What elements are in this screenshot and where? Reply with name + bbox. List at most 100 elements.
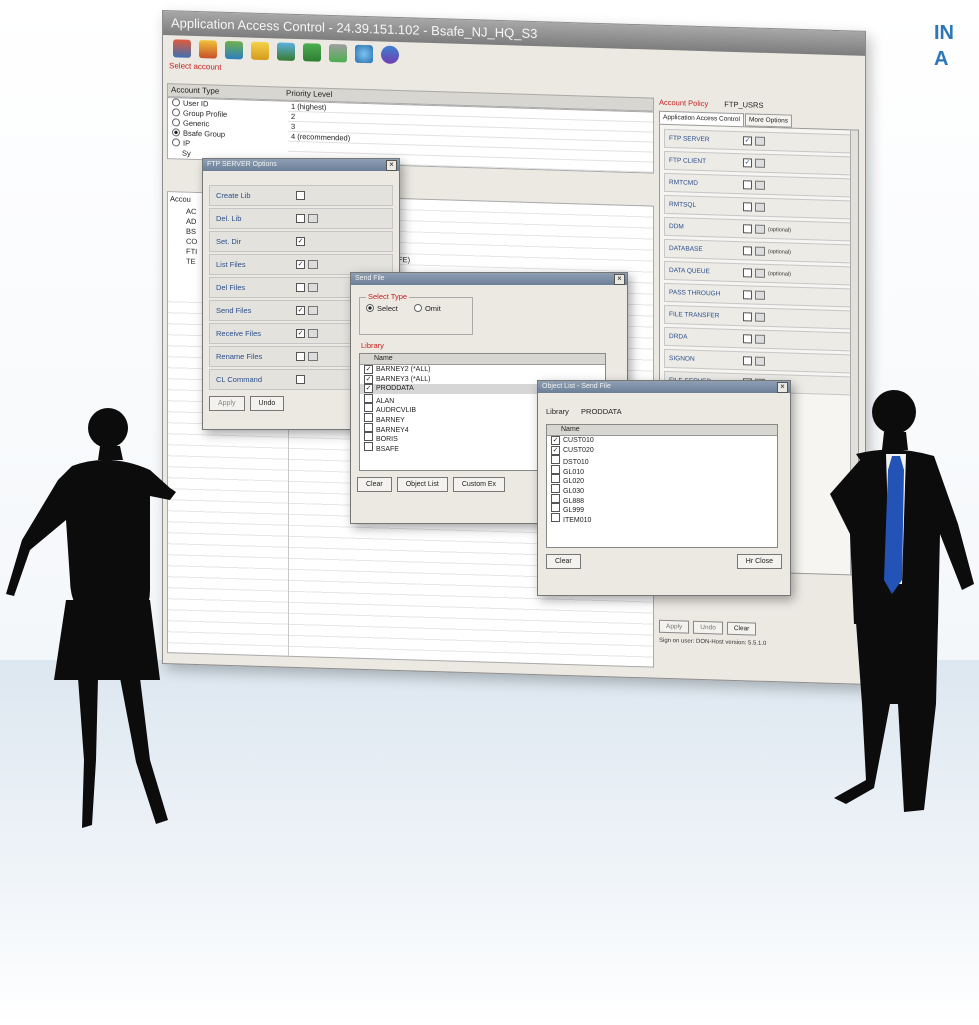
object-list-button[interactable]: Object List — [396, 477, 448, 492]
clear-button[interactable]: Clear — [726, 621, 757, 636]
book-icon[interactable] — [303, 43, 321, 62]
ftp-option-row[interactable]: Create Lib — [209, 185, 393, 206]
service-row[interactable]: FTP SERVER ✓ — [664, 128, 854, 154]
service-options-button[interactable] — [755, 290, 765, 300]
service-row[interactable]: PASS THROUGH — [664, 282, 854, 308]
settings-icon[interactable] — [277, 42, 295, 61]
ftp-option-button[interactable] — [308, 329, 318, 338]
undo-button[interactable]: Undo — [693, 620, 723, 635]
object-list-item[interactable]: ✓ CUST010 — [547, 436, 777, 446]
service-checkbox[interactable] — [743, 334, 752, 344]
ftp-option-button[interactable] — [308, 260, 318, 269]
service-row[interactable]: DATABASE (optional) — [664, 238, 854, 264]
library-checkbox[interactable] — [364, 432, 373, 442]
ftp-option-row[interactable]: Del. Lib — [209, 208, 393, 229]
ftp-option-button[interactable] — [308, 352, 318, 361]
service-options-button[interactable] — [755, 246, 765, 256]
service-row[interactable]: RMTSQL — [664, 194, 854, 220]
object-list-item[interactable]: GL010 — [547, 464, 777, 476]
export-icon[interactable] — [329, 43, 347, 63]
clear-button[interactable]: Clear — [546, 554, 581, 569]
info-icon[interactable] — [381, 45, 399, 65]
service-checkbox[interactable] — [743, 312, 752, 322]
radio-button[interactable] — [172, 138, 180, 147]
radio-omit[interactable] — [413, 304, 422, 312]
object-checkbox[interactable] — [551, 483, 560, 493]
library-checkbox[interactable] — [364, 422, 373, 432]
close-icon[interactable]: × — [386, 160, 397, 171]
service-row[interactable]: FTP CLIENT ✓ — [664, 150, 854, 176]
service-row[interactable]: DATA QUEUE (optional) — [664, 260, 854, 286]
object-list-item[interactable]: DST010 — [547, 455, 777, 466]
ftp-option-checkbox[interactable] — [296, 214, 305, 223]
object-checkbox[interactable]: ✓ — [551, 436, 560, 445]
radio-button[interactable] — [172, 118, 180, 127]
name-column-header[interactable]: Name — [547, 425, 777, 436]
service-checkbox[interactable]: ✓ — [743, 136, 752, 146]
library-checkbox[interactable]: ✓ — [364, 365, 373, 374]
service-checkbox[interactable]: ✓ — [743, 158, 752, 168]
service-options-button[interactable] — [755, 224, 765, 234]
library-list-item[interactable]: ✓ BARNEY2 (*ALL) — [360, 365, 605, 375]
service-checkbox[interactable] — [743, 224, 752, 234]
library-checkbox[interactable] — [364, 441, 373, 451]
object-list-item[interactable]: ✓ CUST020 — [547, 445, 777, 456]
service-options-button[interactable] — [755, 334, 765, 344]
object-checkbox[interactable] — [551, 464, 560, 474]
radio-button-selected[interactable] — [172, 128, 180, 137]
ftp-option-checkbox[interactable]: ✓ — [296, 260, 305, 269]
object-list-item[interactable]: GL020 — [547, 474, 777, 485]
ftp-option-row[interactable]: Set. Dir ✓ — [209, 231, 393, 252]
service-row[interactable]: RMTCMD — [664, 172, 854, 198]
group-icon[interactable] — [199, 40, 217, 59]
account-item[interactable]: BS — [186, 227, 196, 236]
users-icon[interactable] — [173, 39, 191, 58]
service-options-button[interactable] — [755, 136, 765, 146]
library-checkbox[interactable]: ✓ — [364, 384, 373, 394]
object-checkbox[interactable] — [551, 474, 560, 484]
service-checkbox[interactable] — [743, 246, 752, 256]
globe-icon[interactable] — [355, 44, 373, 64]
name-column-header[interactable]: Name — [360, 354, 605, 365]
account-item[interactable]: AC — [186, 207, 196, 216]
account-item[interactable]: CO — [186, 237, 197, 246]
ftp-option-button[interactable] — [308, 283, 318, 292]
dialog-titlebar[interactable]: Object List - Send File × — [538, 381, 790, 393]
library-checkbox[interactable] — [364, 393, 373, 403]
dialog-titlebar[interactable]: Send File × — [351, 273, 627, 285]
service-checkbox[interactable] — [743, 290, 752, 300]
service-options-button[interactable] — [755, 202, 765, 212]
radio-select[interactable] — [366, 304, 374, 312]
library-checkbox[interactable] — [364, 403, 373, 413]
network-icon[interactable] — [225, 40, 243, 60]
service-checkbox[interactable] — [743, 268, 752, 278]
service-row[interactable]: SIGNON — [664, 348, 854, 374]
service-options-button[interactable] — [755, 356, 765, 366]
library-checkbox[interactable] — [364, 412, 373, 422]
object-checkbox[interactable]: ✓ — [551, 445, 560, 455]
account-item[interactable]: TE — [186, 257, 196, 266]
object-checkbox[interactable] — [551, 503, 560, 513]
ftp-option-checkbox[interactable]: ✓ — [296, 237, 305, 246]
custom-exit-button[interactable]: Custom Ex — [452, 477, 506, 492]
ftp-option-checkbox[interactable]: ✓ — [296, 329, 305, 338]
object-list-item[interactable]: GL030 — [547, 483, 777, 495]
service-checkbox[interactable] — [743, 356, 752, 366]
folder-icon[interactable] — [251, 41, 269, 61]
close-icon[interactable]: × — [614, 274, 625, 285]
object-checkbox[interactable] — [551, 493, 560, 503]
service-row[interactable]: DDM (optional) — [664, 216, 854, 242]
apply-button[interactable]: Apply — [659, 619, 690, 634]
service-row[interactable]: FILE TRANSFER — [664, 304, 854, 330]
object-list-item[interactable]: GL888 — [547, 493, 777, 505]
object-list-item[interactable]: ITEM010 — [547, 512, 777, 524]
object-checkbox[interactable] — [551, 455, 560, 465]
service-options-button[interactable] — [755, 158, 765, 168]
ftp-option-checkbox[interactable]: ✓ — [296, 306, 305, 315]
account-item[interactable]: AD — [186, 217, 196, 226]
service-row[interactable]: DRDA — [664, 326, 854, 352]
ftp-option-checkbox[interactable] — [296, 375, 305, 384]
account-item[interactable]: FTI — [186, 247, 197, 256]
ftp-option-checkbox[interactable] — [296, 191, 305, 200]
ftp-option-button[interactable] — [308, 214, 318, 223]
